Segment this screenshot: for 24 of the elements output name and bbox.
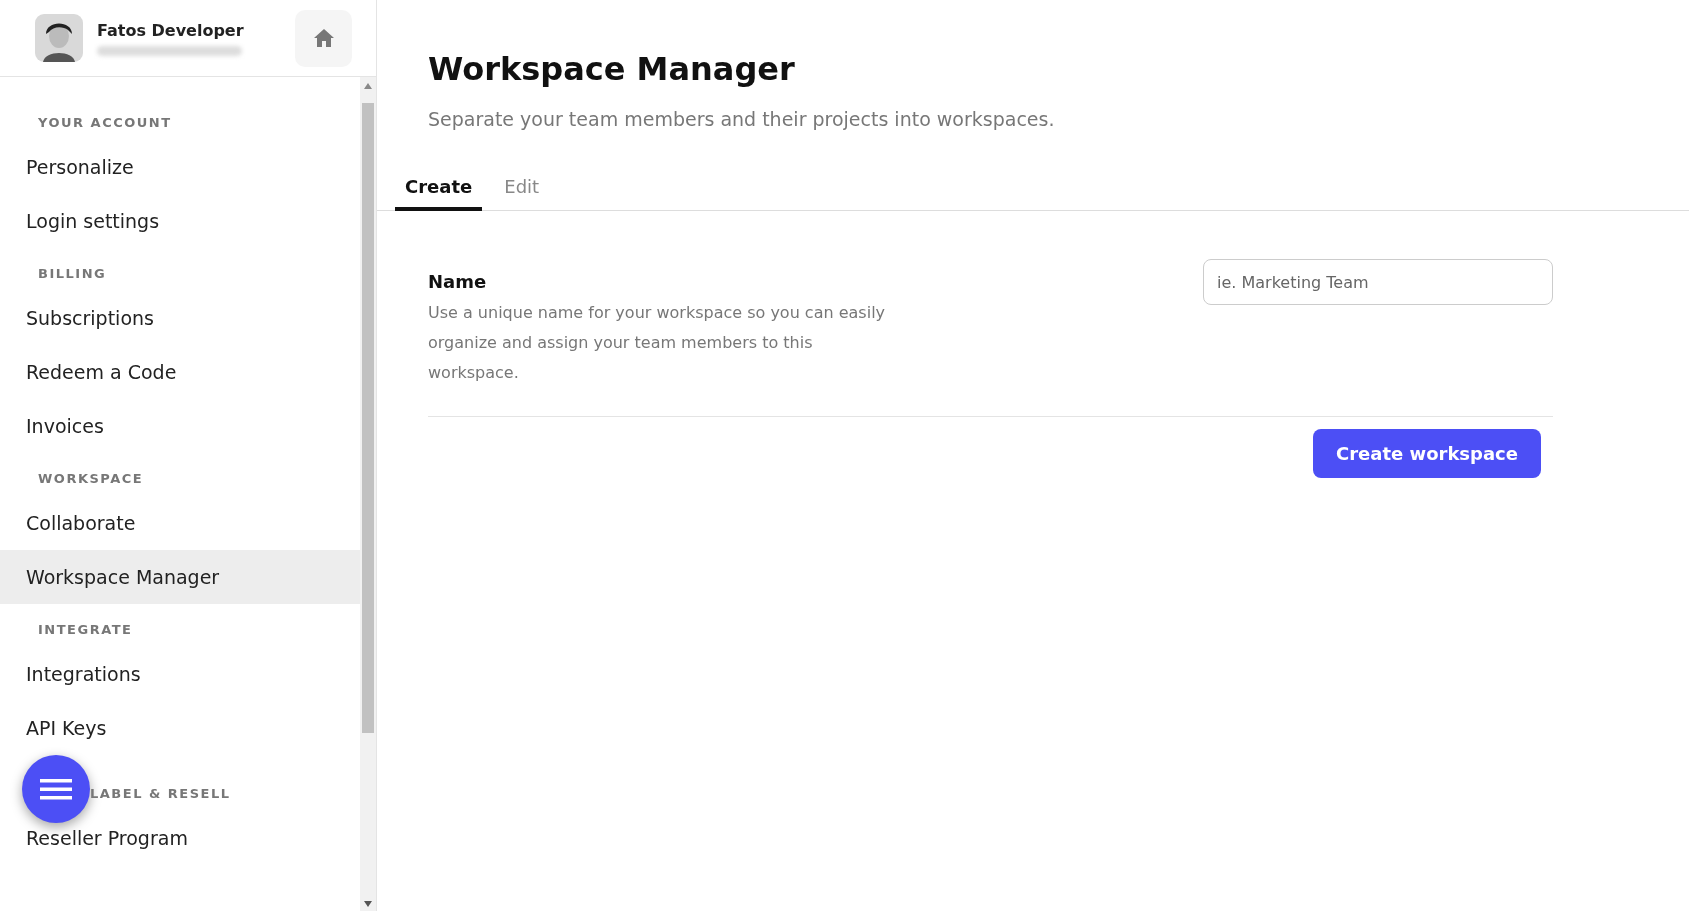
field-help: Use a unique name for your workspace so you can easily organize and assign your team members to this workspace. [428, 302, 887, 384]
scrollbar[interactable] [360, 77, 376, 911]
create-workspace-button[interactable]: Create workspace [1313, 429, 1541, 478]
section-label: INTEGRATE [37, 621, 134, 639]
scroll-down-icon [364, 901, 372, 907]
section-label: LABEL & RESELL [90, 784, 231, 803]
section-label: YOUR ACCOUNT [37, 114, 173, 132]
section-label: WORKSPACE [37, 470, 145, 488]
home-icon [312, 28, 335, 48]
home-button[interactable] [295, 9, 352, 67]
scrollbar-thumb[interactable] [362, 103, 374, 733]
avatar [35, 14, 83, 62]
menu-button[interactable] [22, 755, 90, 823]
tab[interactable]: Edit [494, 170, 550, 211]
page-title: Workspace Manager [428, 50, 796, 88]
page-subtitle: Separate your team members and their projects into workspaces. [428, 108, 1056, 130]
menu-icon [40, 777, 72, 801]
section-label: BILLING [37, 265, 108, 283]
scroll-up-icon [364, 83, 372, 89]
field-label: Name [428, 271, 488, 292]
name-field[interactable]: ie. Marketing Team [1203, 259, 1553, 305]
sidebar-item[interactable]: Workspace Manager [0, 550, 360, 604]
tab[interactable]: Create [395, 170, 483, 211]
user-name: Fatos Developer [97, 20, 245, 40]
